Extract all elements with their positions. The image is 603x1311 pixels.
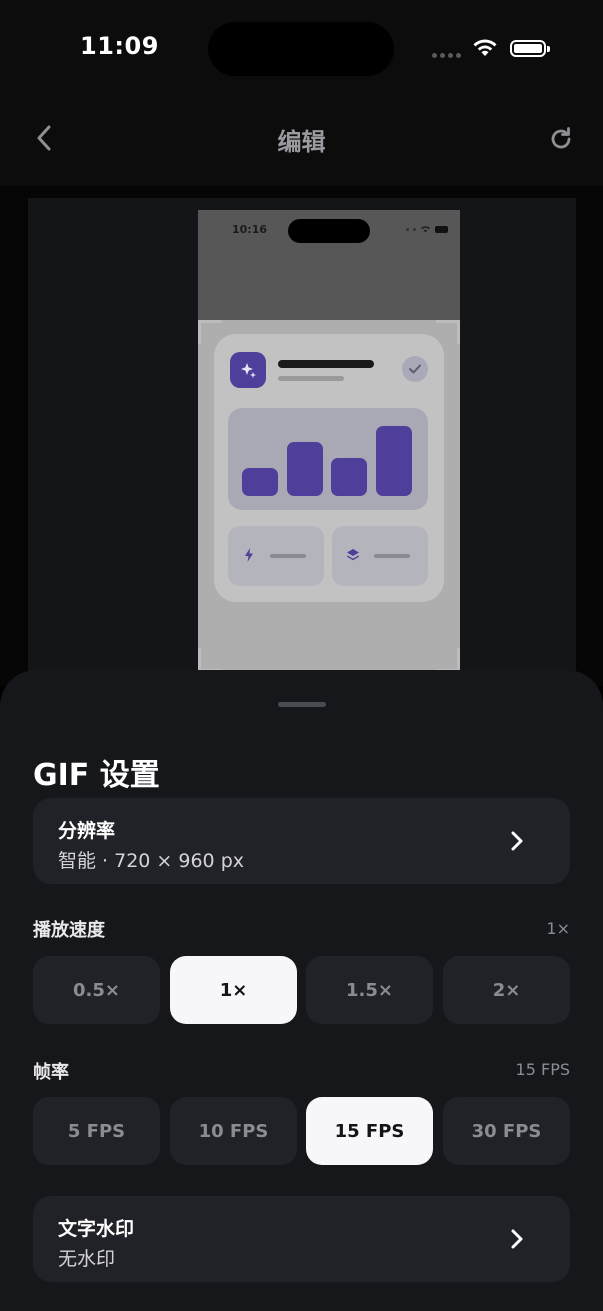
sheet-drag-handle[interactable] (278, 702, 326, 707)
preview-canvas: 10:16 (28, 198, 576, 700)
refresh-button[interactable] (546, 124, 576, 154)
refresh-icon (551, 127, 571, 149)
preview-dynamic-island (288, 219, 370, 243)
preview-heading-line (278, 360, 374, 368)
speed-current-value: 1× (546, 919, 570, 938)
status-bar: 11:09 (0, 0, 603, 96)
wifi-icon (473, 39, 497, 56)
battery-icon (510, 40, 550, 57)
framerate-option[interactable]: 30 FPS (443, 1097, 570, 1165)
framerate-option[interactable]: 5 FPS (33, 1097, 160, 1165)
gif-preview-area: 10:16 (0, 186, 603, 700)
resolution-label: 分辨率 (58, 820, 116, 842)
framerate-current-value: 15 FPS (515, 1060, 570, 1079)
nav-bar: 编辑 (0, 96, 603, 186)
resolution-row[interactable]: 分辨率 智能 · 720 × 960 px (33, 798, 570, 884)
preview-bar (287, 442, 323, 496)
preview-screenshot: 10:16 (198, 210, 460, 700)
preview-mini-card (228, 526, 324, 586)
watermark-row[interactable]: 文字水印 无水印 (33, 1196, 570, 1282)
gif-settings-sheet: GIF 设置 分辨率 智能 · 720 × 960 px 播放速度 1× 0.5… (0, 670, 603, 1311)
signal-icon (432, 53, 461, 58)
speed-option[interactable]: 1.5× (306, 956, 433, 1024)
watermark-label: 文字水印 (58, 1218, 135, 1240)
dynamic-island (208, 22, 394, 76)
preview-bar (331, 458, 367, 496)
preview-status-icons (406, 225, 448, 233)
chevron-right-icon (511, 831, 523, 851)
framerate-option[interactable]: 10 FPS (170, 1097, 297, 1165)
page-title: 编辑 (277, 128, 326, 156)
preview-mini-card (332, 526, 428, 586)
watermark-value: 无水印 (58, 1248, 116, 1270)
status-time: 11:09 (80, 32, 159, 60)
checkmark-icon (402, 356, 428, 382)
layers-icon (346, 548, 360, 562)
preview-bar-chart (228, 408, 428, 510)
chevron-right-icon (511, 1229, 523, 1249)
speed-option[interactable]: 0.5× (33, 956, 160, 1024)
sparkle-icon (230, 352, 266, 388)
preview-phone-time: 10:16 (232, 223, 268, 236)
framerate-option[interactable]: 15 FPS (306, 1097, 433, 1165)
resolution-value: 智能 · 720 × 960 px (58, 850, 244, 872)
bolt-icon (242, 548, 256, 562)
preview-subheading-line (278, 376, 344, 381)
preview-bar (376, 426, 412, 496)
crop-region[interactable] (198, 320, 460, 672)
sheet-title: GIF 设置 (33, 758, 160, 793)
framerate-label: 帧率 (33, 1062, 69, 1083)
preview-widget-card (214, 334, 444, 602)
speed-option[interactable]: 1× (170, 956, 297, 1024)
speed-label: 播放速度 (33, 920, 105, 941)
speed-option[interactable]: 2× (443, 956, 570, 1024)
preview-bar (242, 468, 278, 496)
